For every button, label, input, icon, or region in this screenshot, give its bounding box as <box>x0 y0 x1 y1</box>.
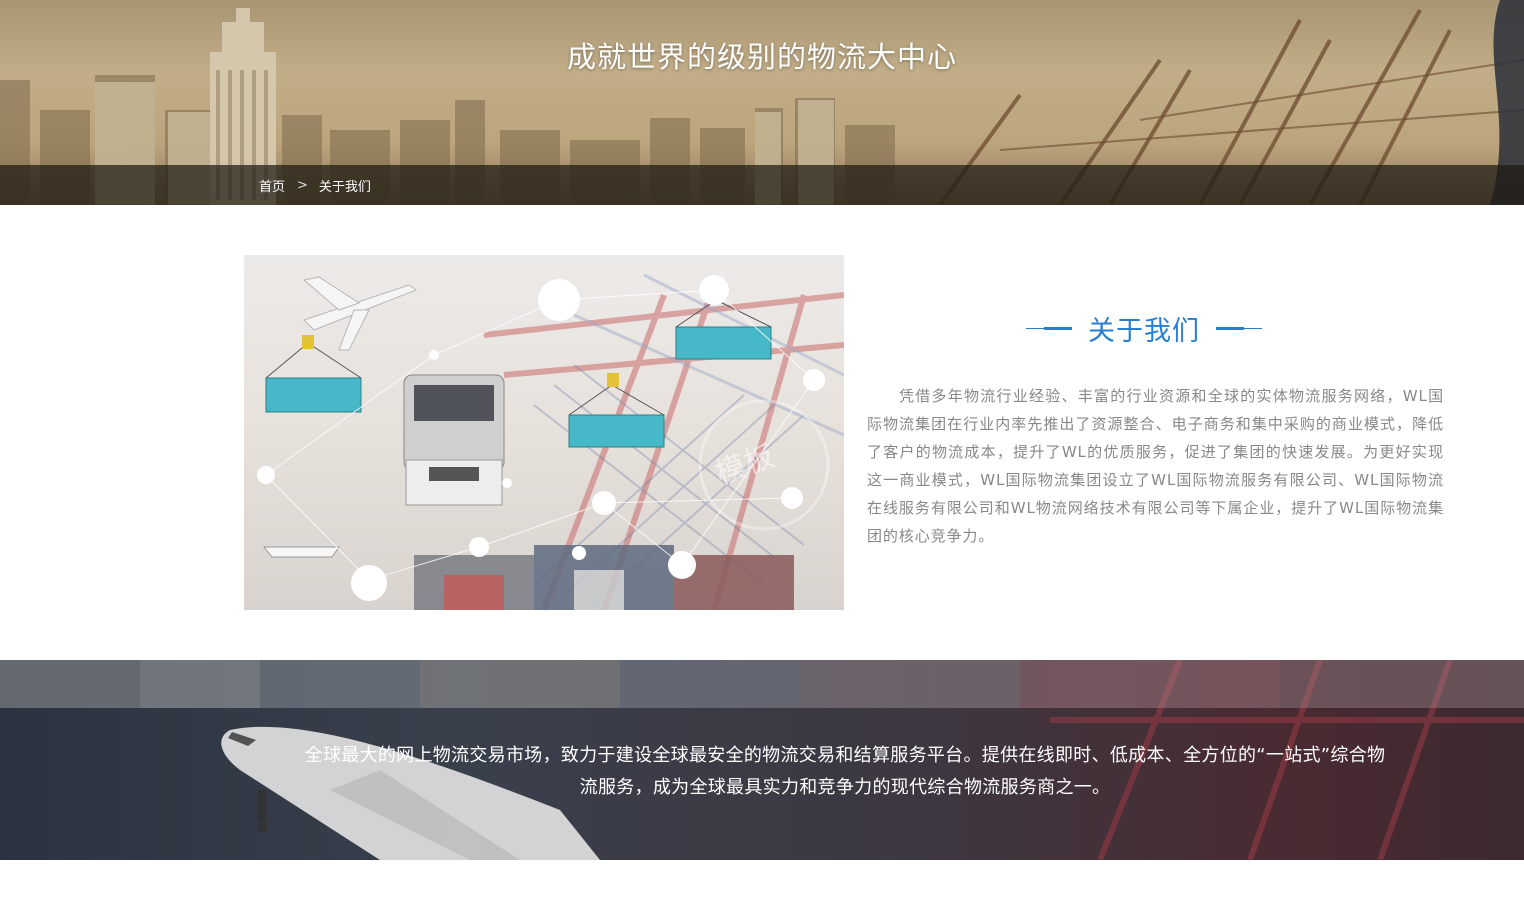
slogan-band: 全球最大的网上物流交易市场，致力于建设全球最安全的物流交易和结算服务平台。提供在… <box>0 660 1524 860</box>
about-heading: 关于我们 <box>994 310 1294 347</box>
slogan-text: 全球最大的网上物流交易市场，致力于建设全球最安全的物流交易和结算服务平台。提供在… <box>304 745 1386 798</box>
heading-decor-left <box>1026 326 1072 330</box>
page-title: 成就世界的级别的物流大中心 <box>566 40 957 74</box>
breadcrumb-current: 关于我们 <box>318 180 371 195</box>
breadcrumb-home-link[interactable]: 首页 <box>259 176 285 195</box>
breadcrumb: 首页 > 关于我们 <box>259 176 371 195</box>
band-top-strip <box>0 660 1524 708</box>
breadcrumb-separator: > <box>297 178 308 193</box>
about-title: 关于我们 <box>1088 315 1200 347</box>
heading-decor-right <box>1216 326 1262 330</box>
about-logistics-image: 模板 <box>244 255 844 610</box>
about-paragraph: 凭借多年物流行业经验、丰富的行业资源和全球的实体物流服务网络，WL国际物流集团在… <box>867 387 1444 545</box>
breadcrumb-bar: 首页 > 关于我们 <box>0 165 1524 205</box>
page-banner: 成就世界的级别的物流大中心 首页 > 关于我们 <box>0 0 1524 205</box>
